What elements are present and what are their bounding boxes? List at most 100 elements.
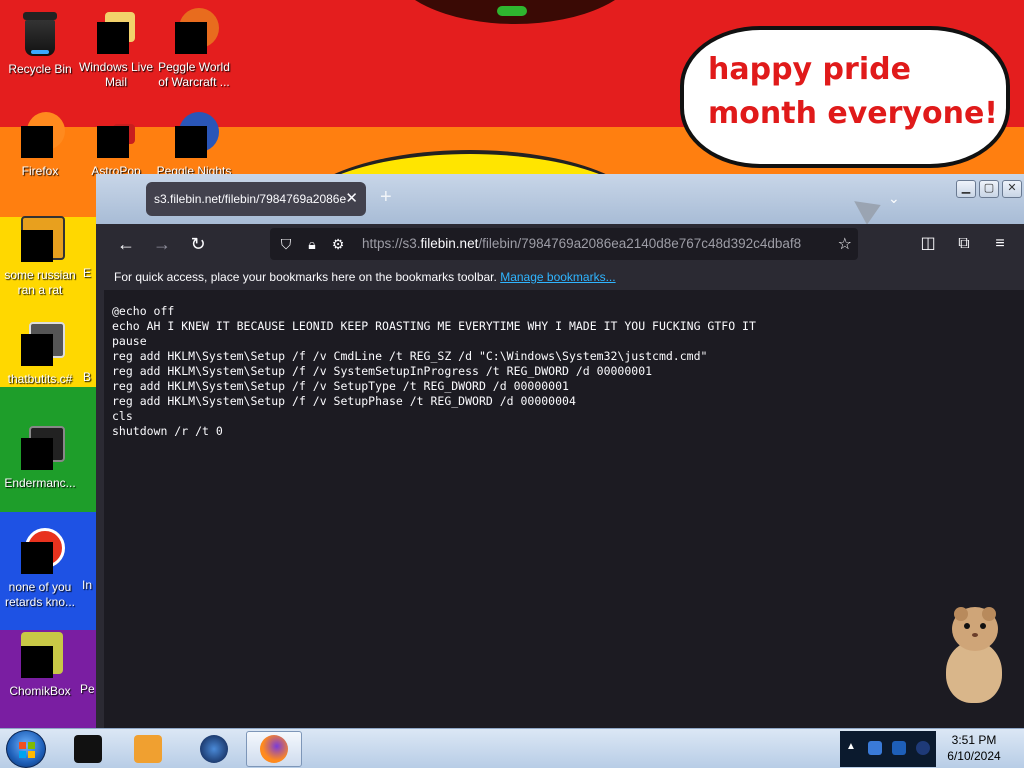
desktop-icon-label: none of you retards kno... <box>4 580 76 609</box>
shield-icon[interactable]: ⛉ <box>276 234 296 254</box>
recycle-bin-icon <box>21 12 59 58</box>
code-line: reg add HKLM\System\Setup /f /v CmdLine … <box>112 349 708 363</box>
bookmarks-toolbar: For quick access, place your bookmarks h… <box>104 264 1024 290</box>
windows-logo-icon <box>19 742 35 758</box>
desktop-icon-label: thatbutits.c# <box>7 372 73 386</box>
desktop-icon-partial-e[interactable]: E <box>80 266 94 281</box>
taskbar-app-globe[interactable] <box>186 731 242 767</box>
desktop-icon-label: E <box>82 266 91 280</box>
desktop-icon-peggle-wow[interactable]: Peggle World of Warcraft ... <box>154 6 234 90</box>
back-button[interactable]: ← <box>114 232 138 256</box>
tray-app-icon[interactable] <box>868 741 882 755</box>
redacted-icon <box>21 230 53 262</box>
tab-list-chevron-icon[interactable]: ⌄ <box>888 190 900 207</box>
desktop-icon-astropop[interactable]: AstroPop <box>76 110 156 179</box>
code-line: pause <box>112 334 147 348</box>
desktop-icon-endermanc[interactable]: Endermanc... <box>0 422 80 491</box>
desktop-icon-label: In <box>81 578 92 592</box>
extensions-icon[interactable]: ⧉ <box>952 232 976 256</box>
browser-window: s3.filebin.net/filebin/7984769a2086e ✕ +… <box>96 174 1024 728</box>
speech-bubble: happy pride month everyone! <box>680 26 1010 168</box>
speech-bubble-text: happy pride month everyone! <box>708 52 998 131</box>
clock-date: 6/10/2024 <box>947 749 1001 763</box>
code-line: reg add HKLM\System\Setup /f /v SetupTyp… <box>112 379 569 393</box>
manage-bookmarks-link[interactable]: Manage bookmarks... <box>500 270 615 284</box>
desktop-icon-partial-b[interactable]: B <box>80 370 94 385</box>
desktop-icon-thatbutits[interactable]: thatbutits.c# <box>0 318 80 387</box>
redacted-icon <box>97 126 129 158</box>
page-content: @echo off echo AH I KNEW IT BECAUSE LEON… <box>104 290 1024 728</box>
desktop-icon-label: Peggle World of Warcraft ... <box>158 60 230 89</box>
firefox-icon <box>260 735 288 763</box>
desktop-icon-label: Endermanc... <box>4 476 76 490</box>
code-line: shutdown /r /t 0 <box>112 424 223 438</box>
mouse-cursor-icon <box>847 191 881 225</box>
url-bar[interactable]: ⛉ 🔒︎ ⚙ https://s3.filebin.net/filebin/79… <box>270 228 858 260</box>
new-tab-button[interactable]: + <box>380 186 392 209</box>
terminal-icon <box>74 735 102 763</box>
lock-icon[interactable]: 🔒︎ <box>302 234 322 254</box>
desktop-icon-label: Firefox <box>21 164 59 178</box>
desktop-icon-partial-pe[interactable]: Pe <box>80 682 94 697</box>
code-line: cls <box>112 409 133 423</box>
redacted-icon <box>21 646 53 678</box>
code-line: @echo off <box>112 304 175 318</box>
taskbar: ▲ 3:51 PM 6/10/2024 <box>0 728 1024 768</box>
tab-close-icon[interactable]: ✕ <box>345 182 358 216</box>
volume-icon[interactable] <box>916 741 930 755</box>
clock-time: 3:51 PM <box>951 733 997 747</box>
url-host: filebin.net <box>420 236 479 251</box>
browser-titlebar[interactable]: s3.filebin.net/filebin/7984769a2086e ✕ +… <box>96 174 1024 225</box>
url-path: /filebin/7984769a2086ea2140d8e767c48d392… <box>478 236 802 251</box>
tray-expand-icon[interactable]: ▲ <box>846 741 856 752</box>
window-controls: ▁ ▢ ✕ <box>956 180 1022 198</box>
desktop-icon-label: B <box>82 370 91 384</box>
forward-button[interactable]: → <box>150 232 174 256</box>
redacted-icon <box>21 438 53 470</box>
desktop-icon-firefox[interactable]: Firefox <box>0 110 80 179</box>
desktop-icon-chomikbox[interactable]: ChomikBox <box>0 630 80 699</box>
code-line: echo AH I KNEW IT BECAUSE LEONID KEEP RO… <box>112 319 756 333</box>
pocket-icon[interactable]: ◫ <box>916 232 940 256</box>
desktop-icon-recycle-bin[interactable]: Recycle Bin <box>0 6 80 77</box>
desktop-icon-label: ChomikBox <box>9 684 71 698</box>
taskbar-clock[interactable]: 3:51 PM 6/10/2024 <box>936 732 1012 764</box>
taskbar-app-media-player[interactable] <box>120 731 176 767</box>
desktop-icon-label: some russian ran a rat <box>4 268 76 297</box>
taskbar-app-cmd[interactable] <box>60 731 116 767</box>
bookmarks-hint: For quick access, place your bookmarks h… <box>114 270 497 284</box>
desktop-icon-partial-in[interactable]: In <box>80 578 94 593</box>
start-button[interactable] <box>6 730 46 768</box>
desktop-icon-label: Recycle Bin <box>8 62 72 76</box>
hamster-pet[interactable] <box>942 605 1008 705</box>
tab-active[interactable]: s3.filebin.net/filebin/7984769a2086e ✕ <box>146 182 366 216</box>
desktop-icon-label: Windows Live Mail <box>78 60 154 89</box>
desktop-icon-none-of-you[interactable]: none of you retards kno... <box>0 526 80 610</box>
code-line: reg add HKLM\System\Setup /f /v SetupPha… <box>112 394 576 408</box>
firefox-icon <box>21 126 53 158</box>
maximize-button[interactable]: ▢ <box>979 180 999 198</box>
desktop-icon-some-russian[interactable]: some russian ran a rat <box>0 214 80 298</box>
url-prefix: https://s3. <box>362 236 421 251</box>
desktop-icon-label: Pe <box>80 682 94 696</box>
network-icon[interactable] <box>892 741 906 755</box>
system-tray: ▲ <box>840 731 936 767</box>
close-window-button[interactable]: ✕ <box>1002 180 1022 198</box>
taskbar-app-firefox[interactable] <box>246 731 302 767</box>
navigation-toolbar: ← → ↻ ⛉ 🔒︎ ⚙ https://s3.filebin.net/file… <box>104 224 1024 264</box>
bookmark-star-icon[interactable]: ☆ <box>838 234 852 254</box>
menu-icon[interactable]: ≡ <box>988 232 1012 256</box>
desktop-icon-peggle-nights[interactable]: Peggle Nights <box>154 110 234 179</box>
url-text[interactable]: https://s3.filebin.net/filebin/7984769a2… <box>362 228 822 260</box>
redacted-icon <box>175 22 207 54</box>
redacted-icon <box>21 334 53 366</box>
redacted-icon <box>97 22 129 54</box>
desktop-icon-windows-live-mail[interactable]: Windows Live Mail <box>76 6 156 90</box>
reload-button[interactable]: ↻ <box>186 232 210 256</box>
redacted-icon <box>21 542 53 574</box>
redacted-icon <box>175 126 207 158</box>
media-player-icon <box>134 735 162 763</box>
minimize-button[interactable]: ▁ <box>956 180 976 198</box>
globe-icon <box>200 735 228 763</box>
permissions-icon[interactable]: ⚙ <box>328 234 348 254</box>
